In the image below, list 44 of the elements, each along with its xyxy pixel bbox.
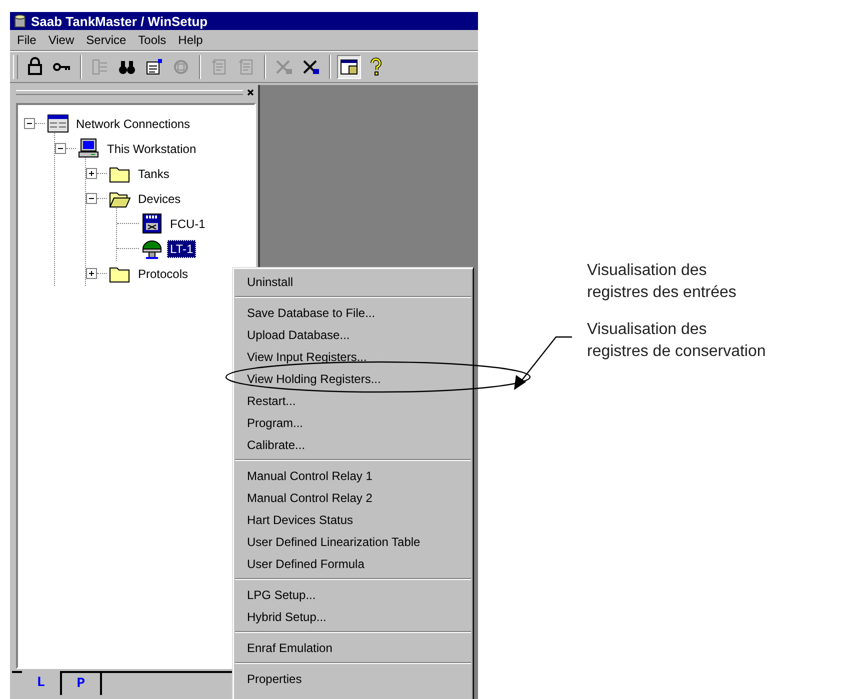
- menu-item[interactable]: View Holding Registers...: [233, 368, 473, 390]
- menu-item[interactable]: Hart Devices Status: [233, 509, 473, 531]
- menu-item[interactable]: Tools: [133, 32, 172, 48]
- computer-icon: [78, 138, 100, 159]
- tank-icon: [13, 14, 27, 28]
- menu-item[interactable]: Calibrate...: [233, 434, 473, 456]
- chip-icon: [141, 213, 163, 234]
- menu-item[interactable]: Service: [81, 32, 132, 48]
- menu-item[interactable]: Manual Control Relay 2: [233, 487, 473, 509]
- menu-item[interactable]: Hybrid Setup...: [233, 606, 473, 628]
- menu-item[interactable]: File: [12, 32, 42, 48]
- panel-tab[interactable]: L: [22, 671, 62, 695]
- expand-icon[interactable]: [86, 168, 97, 179]
- menu-item[interactable]: Restart...: [233, 390, 473, 412]
- tree-item[interactable]: Protocols: [135, 264, 192, 282]
- network-icon: [47, 113, 69, 134]
- menu-item[interactable]: View Input Registers...: [233, 346, 473, 368]
- tree-item[interactable]: FCU-1: [167, 214, 208, 232]
- tree-item[interactable]: LT-1: [167, 240, 196, 258]
- collapse-icon[interactable]: [86, 193, 97, 204]
- menu-item[interactable]: User Defined Formula: [233, 553, 473, 575]
- menu-item[interactable]: Save Database to File...: [233, 302, 473, 324]
- window-title: Saab TankMaster / WinSetup: [31, 14, 208, 28]
- menu-item[interactable]: LPG Setup...: [233, 584, 473, 606]
- annotation-text: Visualisation des registres des entrées: [587, 261, 738, 303]
- menu-item[interactable]: Enraf Emulation: [233, 637, 473, 659]
- menu-item[interactable]: Help: [173, 32, 208, 48]
- radar-gauge-icon: [141, 238, 163, 259]
- close-icon[interactable]: [247, 88, 254, 96]
- menu-item[interactable]: Properties: [233, 668, 473, 690]
- tree-item[interactable]: Devices: [135, 190, 184, 208]
- menu-item[interactable]: Manual Control Relay 1: [233, 465, 473, 487]
- menu-item[interactable]: View: [43, 32, 80, 48]
- collapse-icon[interactable]: [55, 143, 66, 154]
- menu-item[interactable]: Uninstall: [233, 271, 473, 293]
- expand-icon[interactable]: [86, 268, 97, 279]
- menu-item[interactable]: Upload Database...: [233, 324, 473, 346]
- menu-item[interactable]: Program...: [233, 412, 473, 434]
- menu-item[interactable]: User Defined Linearization Table: [233, 531, 473, 553]
- tree-item[interactable]: Tanks: [135, 164, 172, 182]
- collapse-icon[interactable]: [24, 118, 35, 129]
- annotation-text: Visualisation des registres de conservation: [587, 320, 767, 362]
- tree-item[interactable]: This Workstation: [104, 140, 200, 158]
- tree-item[interactable]: Network Connections: [73, 114, 194, 132]
